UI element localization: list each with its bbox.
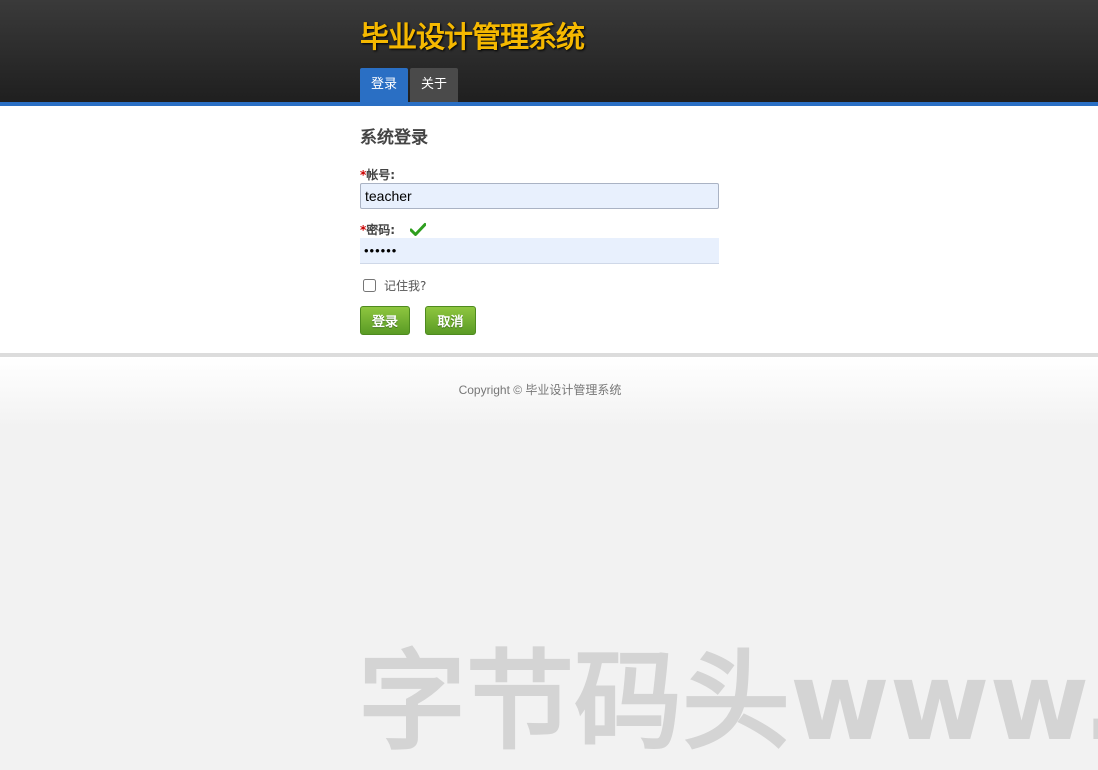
nav-tab-login[interactable]: 登录 <box>360 68 408 102</box>
password-input[interactable] <box>360 238 719 264</box>
site-title: 毕业设计管理系统 <box>360 20 585 54</box>
cancel-button[interactable]: 取消 <box>425 306 476 335</box>
login-panel <box>0 106 1098 353</box>
remember-me: 记住我? <box>363 277 426 293</box>
remember-checkbox[interactable] <box>363 278 376 292</box>
account-label: *帐号: <box>360 166 395 183</box>
nav-tab-about[interactable]: 关于 <box>410 68 458 102</box>
copyright-text: Copyright © 毕业设计管理系统 <box>458 383 622 397</box>
password-label: *密码: <box>360 221 395 238</box>
login-title: 系统登录 <box>360 128 428 148</box>
check-icon <box>410 223 426 236</box>
account-input[interactable] <box>360 183 719 209</box>
login-button[interactable]: 登录 <box>360 306 410 335</box>
watermark-text: 字节码头www. <box>358 640 1098 765</box>
account-label-text: 帐号: <box>366 168 396 182</box>
remember-label: 记住我? <box>384 278 427 293</box>
password-label-text: 密码: <box>366 223 396 237</box>
